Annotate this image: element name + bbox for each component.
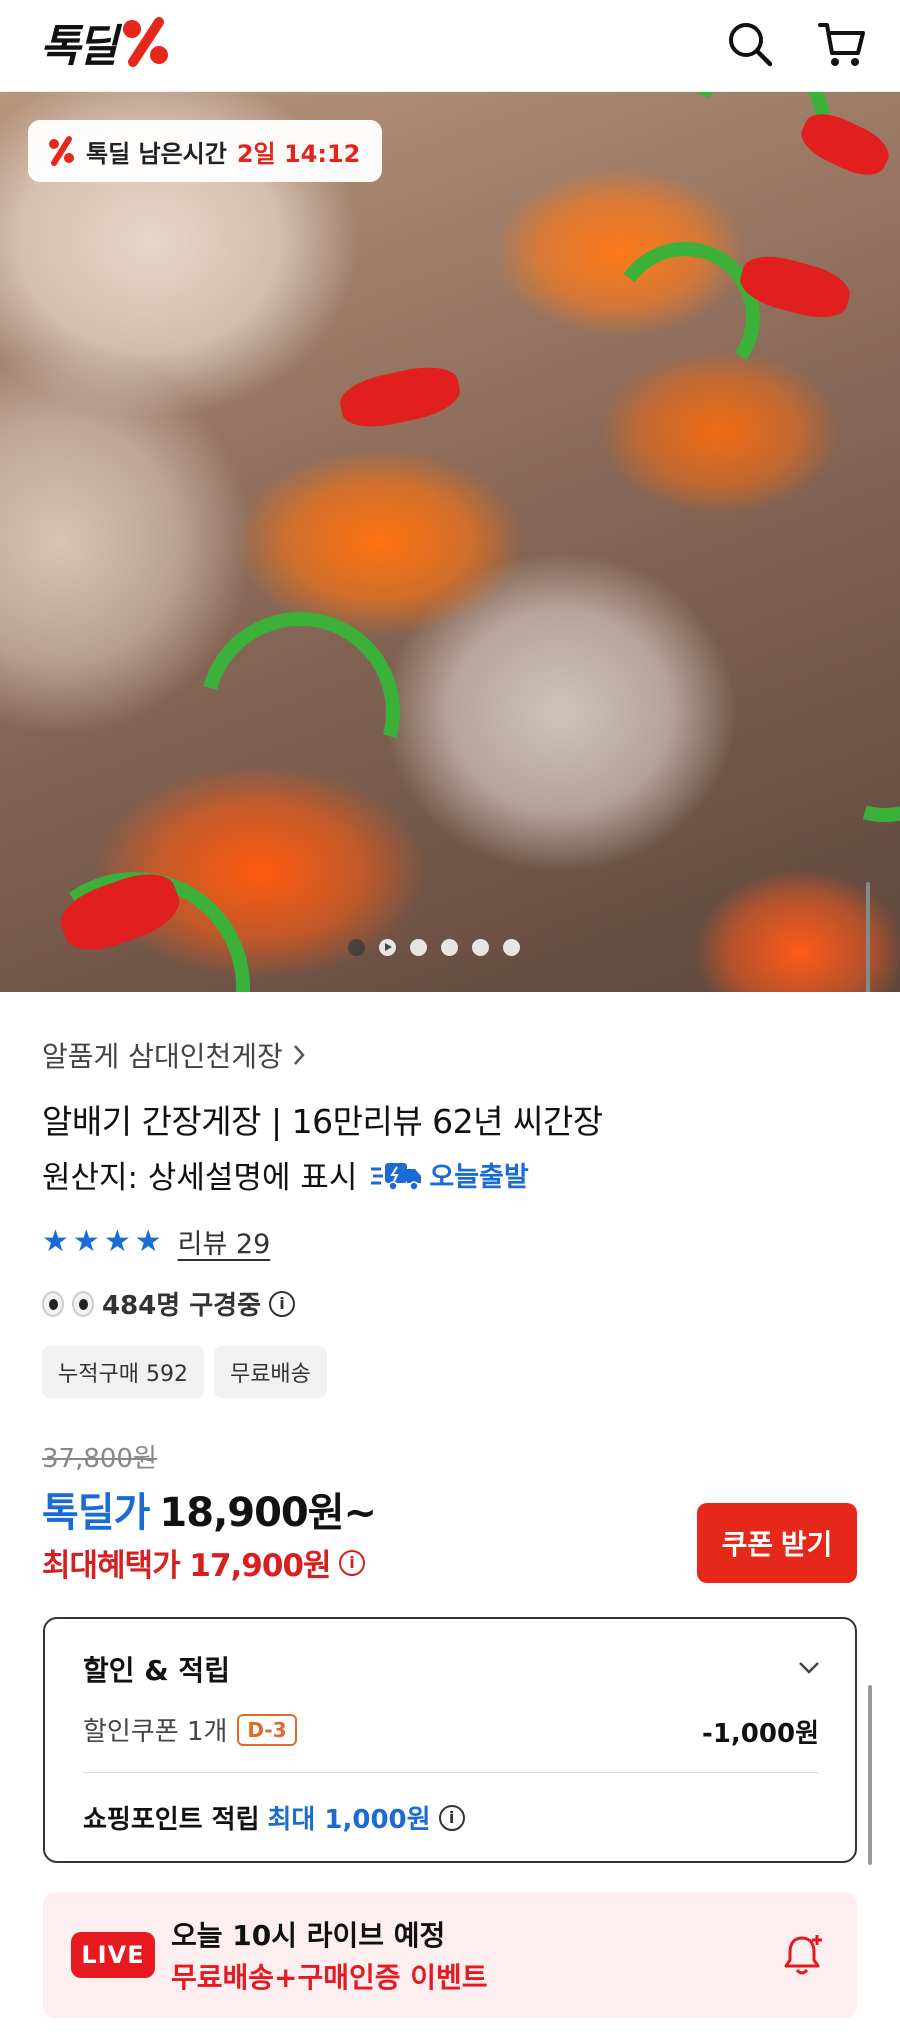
today-ship-label: 오늘출발 [429, 1162, 529, 1193]
timer-label: 톡딜 남은시간 [86, 139, 227, 168]
coupon-download-button[interactable]: 쿠폰 받기 [697, 1503, 857, 1583]
eye-icon [72, 1290, 94, 1317]
live-title: 오늘 10시 라이브 예정 [171, 1919, 446, 1952]
info-icon[interactable]: i [338, 1549, 365, 1576]
pepper-slice-decoration [163, 575, 437, 849]
star-icon: ★ [72, 1223, 100, 1259]
carousel-indicator [0, 939, 884, 956]
point-label: 쇼핑포인트 적립 [83, 1805, 260, 1835]
max-benefit-row: 최대혜택가 17,900원 i [42, 1540, 365, 1585]
carousel-dot[interactable] [410, 939, 427, 956]
divider [83, 1772, 819, 1773]
coupon-row: 할인쿠폰 1개 D-3 [83, 1711, 297, 1748]
live-broadcast-banner[interactable]: LIVE 오늘 10시 라이브 예정 무료배송+구매인증 이벤트 [43, 1892, 857, 2018]
coupon-amount: -1,000원 [702, 1719, 819, 1749]
origin-text: 원산지: 상세설명에 표시 [42, 1160, 358, 1196]
percent-icon [49, 136, 74, 166]
rating-stars[interactable]: ★ ★ ★ ★ 리뷰 29 [42, 1222, 270, 1261]
max-benefit-price: 최대혜택가 17,900원 [42, 1548, 332, 1584]
deal-price-row: 톡딜가 18,900원~ [42, 1480, 377, 1538]
carousel-dot[interactable] [503, 939, 520, 956]
live-subtitle: 무료배송+구매인증 이벤트 [171, 1961, 488, 1994]
product-origin-row: 원산지: 상세설명에 표시 오늘출발 [42, 1152, 529, 1197]
viewers-row: 484명 구경중 i [42, 1285, 296, 1322]
product-hero-image[interactable]: 톡딜 남은시간 2일 14:12 [0, 92, 900, 992]
chili-decoration [794, 105, 896, 184]
dday-badge: D-3 [237, 1713, 297, 1746]
chili-decoration [336, 360, 464, 434]
carousel-dot[interactable] [348, 939, 365, 956]
app-header: 톡딜 [0, 0, 900, 92]
today-ship-badge: 오늘출발 [371, 1155, 529, 1194]
point-row: 쇼핑포인트 적립 최대 1,000원 i [83, 1799, 465, 1836]
info-icon[interactable]: i [438, 1804, 465, 1831]
benefit-title: 할인 & 적립 [83, 1654, 230, 1687]
info-icon[interactable]: i [269, 1290, 296, 1317]
chevron-down-icon[interactable] [797, 1655, 821, 1679]
viewers-count: 484명 구경중 [102, 1291, 262, 1321]
pepper-slice-decoration [768, 620, 900, 854]
deal-timer-badge: 톡딜 남은시간 2일 14:12 [28, 120, 383, 182]
pepper-slice-decoration [598, 230, 772, 404]
product-title: 알배기 간장게장 | 16만리뷰 62년 씨간장 [42, 1102, 603, 1141]
percent-logo-icon [122, 17, 168, 67]
carousel-dot[interactable] [441, 939, 458, 956]
original-price: 37,800원 [42, 1444, 157, 1474]
timer-value: 2일 14:12 [236, 139, 361, 168]
deal-price: 18,900원~ [159, 1490, 377, 1536]
seller-name: 알품게 삼대인천게장 [42, 1040, 283, 1073]
deal-label: 톡딜가 [42, 1490, 150, 1536]
coupon-label: 할인쿠폰 1개 [83, 1717, 228, 1747]
tag-purchase-count: 누적구매 592 [42, 1346, 204, 1398]
scrollbar[interactable] [868, 1685, 872, 1865]
carousel-dot[interactable] [472, 939, 489, 956]
star-icon: ★ [103, 1223, 131, 1259]
logo[interactable]: 톡딜 [40, 14, 171, 72]
tag-free-shipping: 무료배송 [213, 1346, 327, 1398]
carousel-video-dot[interactable] [379, 939, 396, 956]
search-icon[interactable] [722, 16, 778, 72]
point-value: 최대 1,000원 [267, 1805, 431, 1835]
eye-icon [42, 1290, 64, 1317]
cart-icon[interactable] [814, 16, 870, 72]
live-badge: LIVE [71, 1932, 155, 1978]
star-icon: ★ [134, 1223, 162, 1259]
review-count-link[interactable]: 리뷰 29 [178, 1222, 271, 1261]
discount-benefit-panel[interactable]: 할인 & 적립 할인쿠폰 1개 D-3 -1,000원 쇼핑포인트 적립 최대 … [43, 1617, 857, 1863]
seller-link[interactable]: 알품게 삼대인천게장 [42, 1035, 307, 1075]
bell-add-icon[interactable] [779, 1932, 825, 1978]
logo-text: 톡딜 [40, 21, 118, 72]
delivery-truck-icon [371, 1162, 422, 1191]
scrollbar[interactable] [866, 882, 870, 992]
star-icon: ★ [42, 1223, 69, 1259]
product-tags: 누적구매 592 무료배송 [42, 1346, 327, 1398]
chevron-right-icon [293, 1045, 305, 1065]
